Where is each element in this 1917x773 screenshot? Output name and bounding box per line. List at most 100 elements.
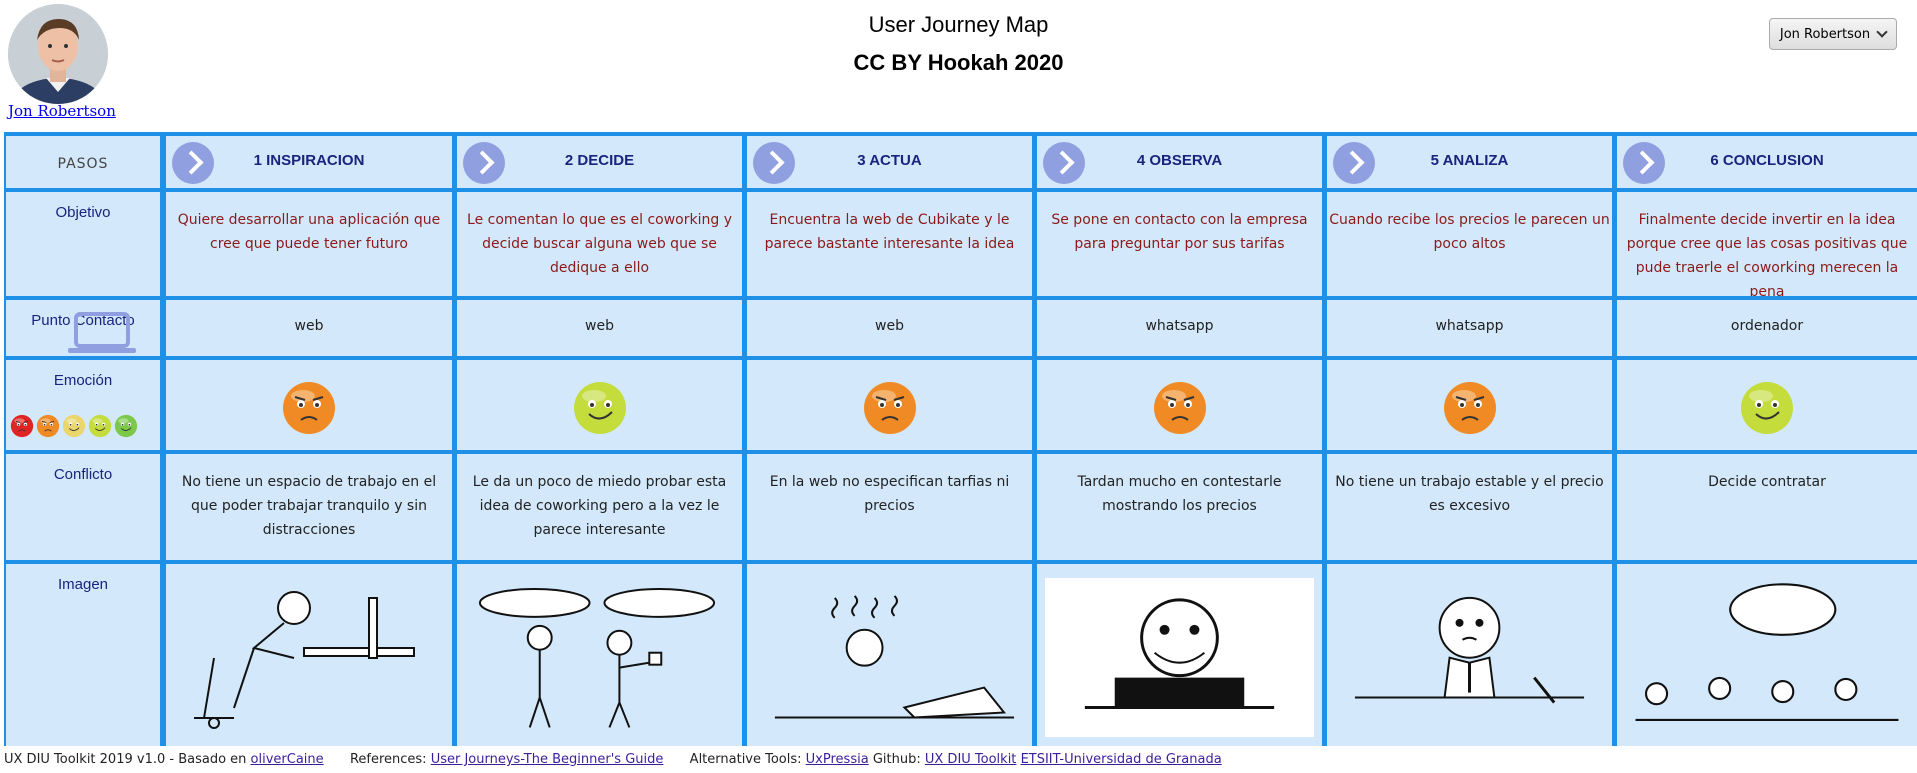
emotion-cell — [166, 360, 452, 450]
happy-face-icon — [573, 382, 626, 434]
row-label-punto-contacto: Punto Contacto — [6, 300, 160, 356]
row-label-text: Emoción — [53, 372, 113, 389]
conflict-cell: No tiene un trabajo estable y el precio … — [1327, 454, 1612, 560]
contact-point-cell: ordenador — [1617, 300, 1917, 356]
illustration-image — [478, 587, 716, 728]
chevron-right-icon[interactable] — [1623, 142, 1665, 184]
conflict-cell: Tardan mucho en contestarle mostrando lo… — [1037, 454, 1322, 560]
contact-point-cell: web — [166, 300, 452, 356]
row-label-text: Conflicto — [53, 466, 113, 483]
objective-text: Le comentan lo que es el coworking y dec… — [467, 212, 732, 276]
conflict-cell: Le da un poco de miedo probar esta idea … — [457, 454, 742, 560]
conflict-text: En la web no especifican tarfias ni prec… — [769, 474, 1010, 514]
footer: UX DIU Toolkit 2019 v1.0 - Basado en oli… — [4, 752, 1222, 767]
chevron-down-icon — [1876, 26, 1888, 38]
chevron-right-icon[interactable] — [753, 142, 795, 184]
contact-point-cell: whatsapp — [1037, 300, 1322, 356]
image-cell — [747, 564, 1032, 746]
row-label-imagen: Imagen — [6, 564, 160, 746]
contact-point-text: web — [875, 318, 904, 334]
step-header-1: 1 INSPIRACION — [166, 136, 452, 188]
conflict-text: No tiene un trabajo estable y el precio … — [1335, 474, 1604, 514]
page-header: User Journey Map CC BY Hookah 2020 — [0, 8, 1917, 78]
step-header-5: 5 ANALIZA — [1327, 136, 1612, 188]
row-label-emocion: Emoción — [6, 360, 160, 450]
user-name-link[interactable]: Jon Robertson — [8, 102, 116, 120]
image-cell — [166, 564, 452, 746]
chevron-right-icon[interactable] — [463, 142, 505, 184]
row-label-text: PASOS — [57, 156, 109, 172]
chevron-right-icon[interactable] — [172, 142, 214, 184]
objective-cell: Se pone en contacto con la empresa para … — [1037, 192, 1322, 296]
chevron-right-icon[interactable] — [1333, 142, 1375, 184]
emotion-cell — [1037, 360, 1322, 450]
row-label-objetivo: Objetivo — [6, 192, 160, 296]
step-header-2: 2 DECIDE — [457, 136, 742, 188]
footer-prefix: UX DIU Toolkit 2019 v1.0 - Basado en — [4, 752, 247, 767]
contact-point-text: web — [585, 318, 614, 334]
angry-face-icon — [283, 382, 335, 434]
row-label-text: Objetivo — [55, 204, 111, 221]
illustration-image — [1354, 596, 1585, 704]
github-link[interactable]: UX DIU Toolkit — [925, 752, 1017, 767]
objective-cell: Encuentra la web de Cubikate y le parece… — [747, 192, 1032, 296]
emotion-scale-icon — [10, 414, 138, 438]
conflict-text: Decide contratar — [1708, 474, 1826, 490]
conflict-text: No tiene un espacio de trabajo en el que… — [181, 474, 437, 538]
step-header-6: 6 CONCLUSION — [1617, 136, 1917, 188]
step-header-3: 3 ACTUA — [747, 136, 1032, 188]
references-label: References: — [349, 752, 427, 767]
objective-text: Cuando recibe los precios le parecen un … — [1329, 212, 1610, 252]
angry-face-icon — [863, 382, 916, 434]
contact-point-cell: whatsapp — [1327, 300, 1612, 356]
chevron-right-icon[interactable] — [1043, 142, 1085, 184]
illustration-image — [1045, 578, 1314, 738]
angry-face-icon — [1443, 382, 1496, 434]
emotion-cell — [1327, 360, 1612, 450]
illustration-image — [1635, 583, 1899, 722]
conflict-cell: En la web no especifican tarfias ni prec… — [747, 454, 1032, 560]
objective-text: Encuentra la web de Cubikate y le parece… — [764, 212, 1015, 252]
illustration-image — [194, 591, 415, 729]
row-label-conflicto: Conflicto — [6, 454, 160, 560]
conflict-text: Le da un poco de miedo probar esta idea … — [472, 474, 727, 538]
conflict-text: Tardan mucho en contestarle mostrando lo… — [1077, 474, 1282, 514]
conflict-cell: No tiene un espacio de trabajo en el que… — [166, 454, 452, 560]
contact-point-text: whatsapp — [1435, 318, 1504, 334]
angry-face-icon — [1153, 382, 1206, 434]
illustration-image — [774, 595, 1015, 719]
emotion-cell — [457, 360, 742, 450]
objective-text: Quiere desarrollar una aplicación que cr… — [177, 212, 441, 252]
image-cell — [1617, 564, 1917, 746]
image-cell — [457, 564, 742, 746]
etsiit-link[interactable]: ETSIIT-Universidad de Granada — [1021, 752, 1222, 767]
emotion-cell — [747, 360, 1032, 450]
uxpressia-link[interactable]: UxPressia — [806, 752, 869, 767]
page-title: User Journey Map — [868, 12, 1049, 37]
objective-text: Finalmente decide invertir en la idea po… — [1626, 212, 1908, 296]
row-label-pasos: PASOS — [6, 136, 160, 188]
contact-point-text: web — [294, 318, 324, 334]
user-menu-label: Jon Robertson — [1779, 26, 1871, 42]
image-cell — [1037, 564, 1322, 746]
image-cell — [1327, 564, 1612, 746]
contact-point-text: whatsapp — [1145, 318, 1214, 334]
github-label: Github: — [872, 752, 921, 767]
contact-point-cell: web — [747, 300, 1032, 356]
olivercaine-link[interactable]: oliverCaine — [251, 752, 324, 767]
objective-cell: Cuando recibe los precios le parecen un … — [1327, 192, 1612, 296]
objective-text: Se pone en contacto con la empresa para … — [1051, 212, 1308, 252]
contact-point-cell: web — [457, 300, 742, 356]
user-menu-button[interactable]: Jon Robertson — [1769, 18, 1897, 50]
page-subtitle: CC BY Hookah 2020 — [853, 50, 1064, 75]
objective-cell: Le comentan lo que es el coworking y dec… — [457, 192, 742, 296]
references-link[interactable]: User Journeys-The Beginner's Guide — [431, 752, 664, 767]
emotion-cell — [1617, 360, 1917, 450]
row-label-text: Imagen — [57, 576, 109, 593]
laptop-icon — [68, 312, 136, 353]
objective-cell: Quiere desarrollar una aplicación que cr… — [166, 192, 452, 296]
journey-map-table: PASOS Objetivo Punto Contacto Emoción Confli… — [4, 132, 1917, 746]
step-header-4: 4 OBSERVA — [1037, 136, 1322, 188]
happy-face-icon — [1741, 382, 1793, 434]
conflict-cell: Decide contratar — [1617, 454, 1917, 560]
